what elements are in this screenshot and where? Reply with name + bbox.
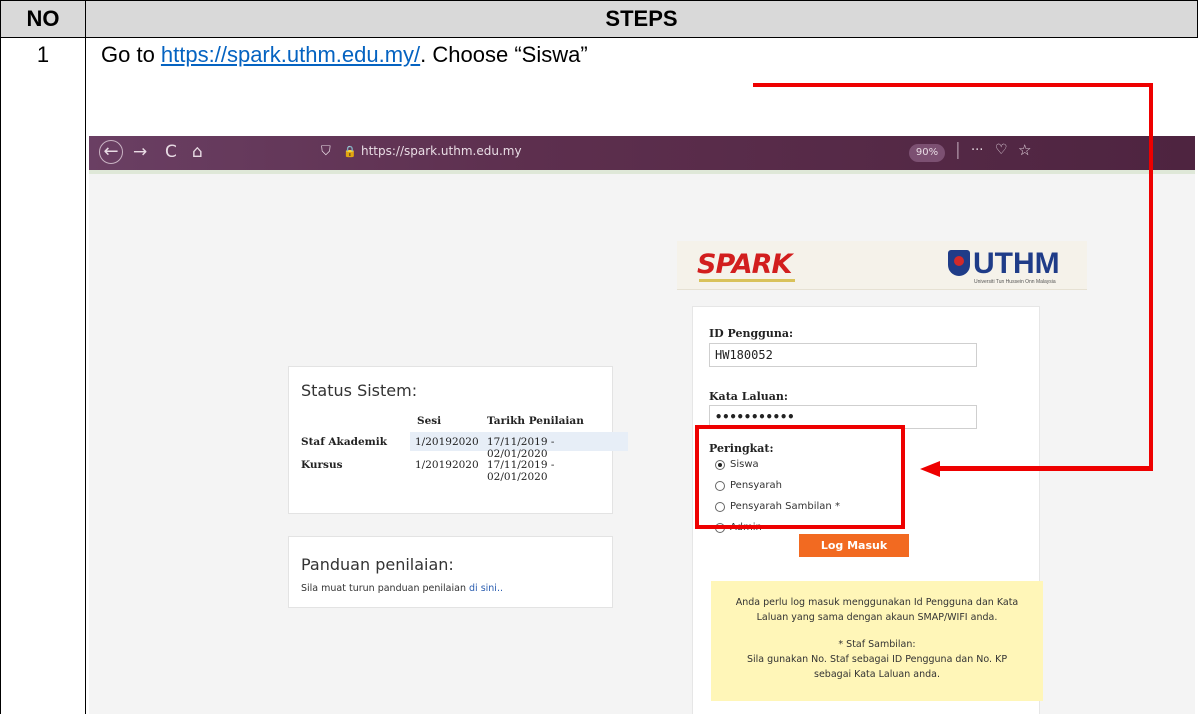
row-label: Staf Akademik [301,436,388,448]
lock-icon[interactable]: 🔒 [343,145,357,158]
star-icon[interactable]: ☆ [1018,141,1031,159]
col-sesi: Sesi [417,415,442,427]
instruction-prefix: Go to [101,42,161,67]
table-border-left [0,37,1,714]
spark-link[interactable]: https://spark.uthm.edu.my/ [161,42,420,67]
page-top-strip [89,170,1195,174]
note-spacer [727,625,1027,637]
guide-panel: Panduan penilaian: Sila muat turun pandu… [288,536,613,608]
status-panel: Status Sistem: Sesi Tarikh Penilaian Sta… [288,366,628,514]
home-icon[interactable]: ⌂ [192,142,203,162]
annotation-arrow-icon [920,461,940,477]
spark-logo-underline [699,279,795,282]
uthm-logo-text: UTHM [973,247,1060,280]
browser-screenshot: ← → C ⌂ ⛉ 🔒 https://spark.uthm.edu.my 90… [89,136,1195,714]
login-button[interactable]: Log Masuk [799,534,909,557]
toolbar-separator: | [955,140,961,160]
instruction-suffix: . Choose “Siswa” [420,42,588,67]
guide-text: Sila muat turun panduan penilaian di sin… [301,583,503,594]
zoom-indicator[interactable]: 90% [909,144,945,162]
annotation-line-bottom [938,466,1153,471]
row-label: Kursus [301,459,343,471]
row-sesi: 1/20192020 [415,436,479,448]
note-line-2: * Staf Sambilan: [838,639,916,650]
spark-header: SPARK UTHM Universiti Tun Hussein Onn Ma… [677,241,1087,290]
highlight-box [695,425,905,529]
guide-text-body: Sila muat turun panduan penilaian [301,583,469,594]
id-label: ID Pengguna: [709,327,794,340]
note-line-1: Anda perlu log masuk menggunakan Id Peng… [735,597,1019,623]
password-label: Kata Laluan: [709,390,788,403]
row-number: 1 [36,42,50,67]
header-steps: STEPS [85,0,1198,38]
status-title: Status Sistem: [301,381,418,400]
note-line-3: Sila gunakan No. Staf sebagai ID Penggun… [746,654,1008,680]
browser-toolbar: ← → C ⌂ ⛉ 🔒 https://spark.uthm.edu.my 90… [89,136,1195,170]
shield-icon[interactable]: ⛉ [321,144,331,159]
instruction-text: Go to https://spark.uthm.edu.my/. Choose… [101,42,588,68]
row-sesi: 1/20192020 [415,459,479,471]
annotation-line-right [1149,83,1153,470]
uthm-logo: UTHM [948,247,1060,281]
col-tarikh: Tarikh Penilaian [487,415,584,427]
header-no: NO [0,0,86,38]
guide-link[interactable]: di sini.. [469,583,503,594]
document-table: NO STEPS 1 Go to https://spark.uthm.edu.… [0,0,1198,714]
login-note: Anda perlu log masuk menggunakan Id Peng… [711,581,1043,701]
row-tarikh: 17/11/2019 - 02/01/2020 [487,436,555,460]
row-tarikh: 17/11/2019 - 02/01/2020 [487,459,555,483]
id-input[interactable]: HW180052 [709,343,977,367]
address-bar[interactable]: https://spark.uthm.edu.my [361,144,522,158]
annotation-line-top [753,83,1153,87]
forward-icon[interactable]: → [133,142,147,162]
uthm-subtext: Universiti Tun Hussein Onn Malaysia [974,279,1056,285]
guide-title: Panduan penilaian: [301,555,454,574]
back-icon[interactable]: ← [99,140,123,164]
menu-icon[interactable]: ··· [971,143,983,158]
table-border-divider [85,37,86,714]
reload-icon[interactable]: C [165,142,177,162]
pocket-icon[interactable]: ♡ [995,142,1008,158]
uthm-shield-icon [948,250,970,276]
spark-logo: SPARK [697,249,792,280]
